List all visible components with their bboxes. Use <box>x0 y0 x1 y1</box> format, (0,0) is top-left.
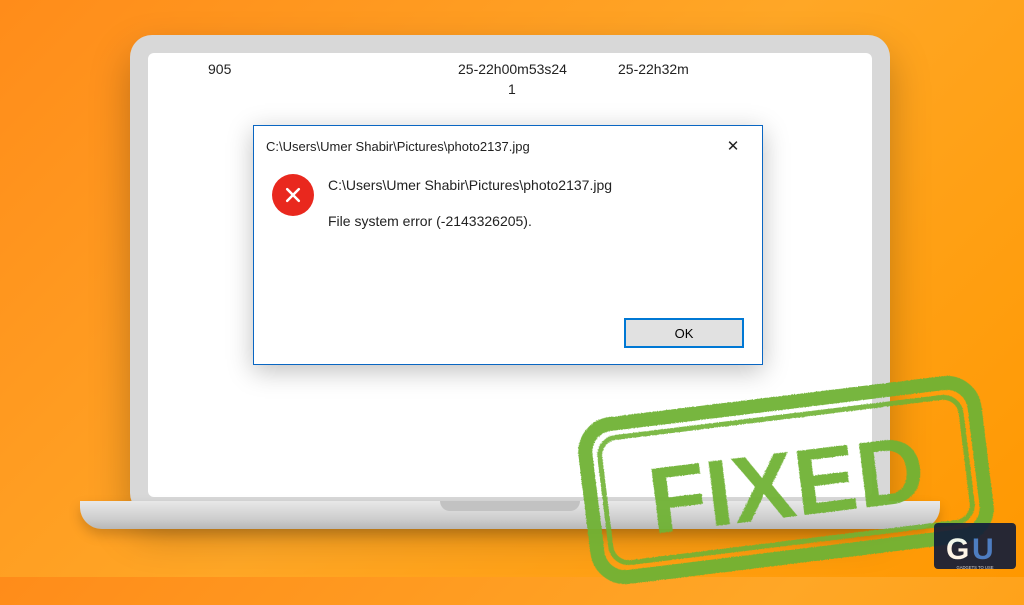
bg-text-fragment: 1 <box>508 81 516 97</box>
dialog-body: C:\Users\Umer Shabir\Pictures\photo2137.… <box>254 166 762 233</box>
svg-text:G: G <box>946 533 969 566</box>
bg-text-fragment: 25-22h00m53s24 <box>458 61 567 77</box>
bg-text-fragment: 905 <box>208 61 231 77</box>
laptop-notch <box>440 501 580 511</box>
dialog-error-line: File system error (-2143326205). <box>328 210 612 232</box>
dialog-message-block: C:\Users\Umer Shabir\Pictures\photo2137.… <box>328 174 612 233</box>
svg-text:U: U <box>972 533 994 566</box>
dialog-footer: OK <box>624 318 744 348</box>
error-dialog: C:\Users\Umer Shabir\Pictures\photo2137.… <box>253 125 763 365</box>
laptop-screen: 905 25-22h00m53s24 1 25-22h32m C:\Users\… <box>148 53 872 497</box>
laptop-base <box>80 501 940 529</box>
dialog-title: C:\Users\Umer Shabir\Pictures\photo2137.… <box>266 139 530 154</box>
laptop-frame: 905 25-22h00m53s24 1 25-22h32m C:\Users\… <box>130 35 890 515</box>
gu-logo: G U GADGETS TO USE <box>934 519 1016 573</box>
dialog-titlebar[interactable]: C:\Users\Umer Shabir\Pictures\photo2137.… <box>254 126 762 166</box>
bg-text-fragment: 25-22h32m <box>618 61 689 77</box>
ok-button[interactable]: OK <box>624 318 744 348</box>
logo-caption: GADGETS TO USE <box>956 565 993 570</box>
dialog-path-line: C:\Users\Umer Shabir\Pictures\photo2137.… <box>328 174 612 196</box>
close-icon[interactable]: ✕ <box>716 131 750 161</box>
error-icon <box>272 174 314 216</box>
